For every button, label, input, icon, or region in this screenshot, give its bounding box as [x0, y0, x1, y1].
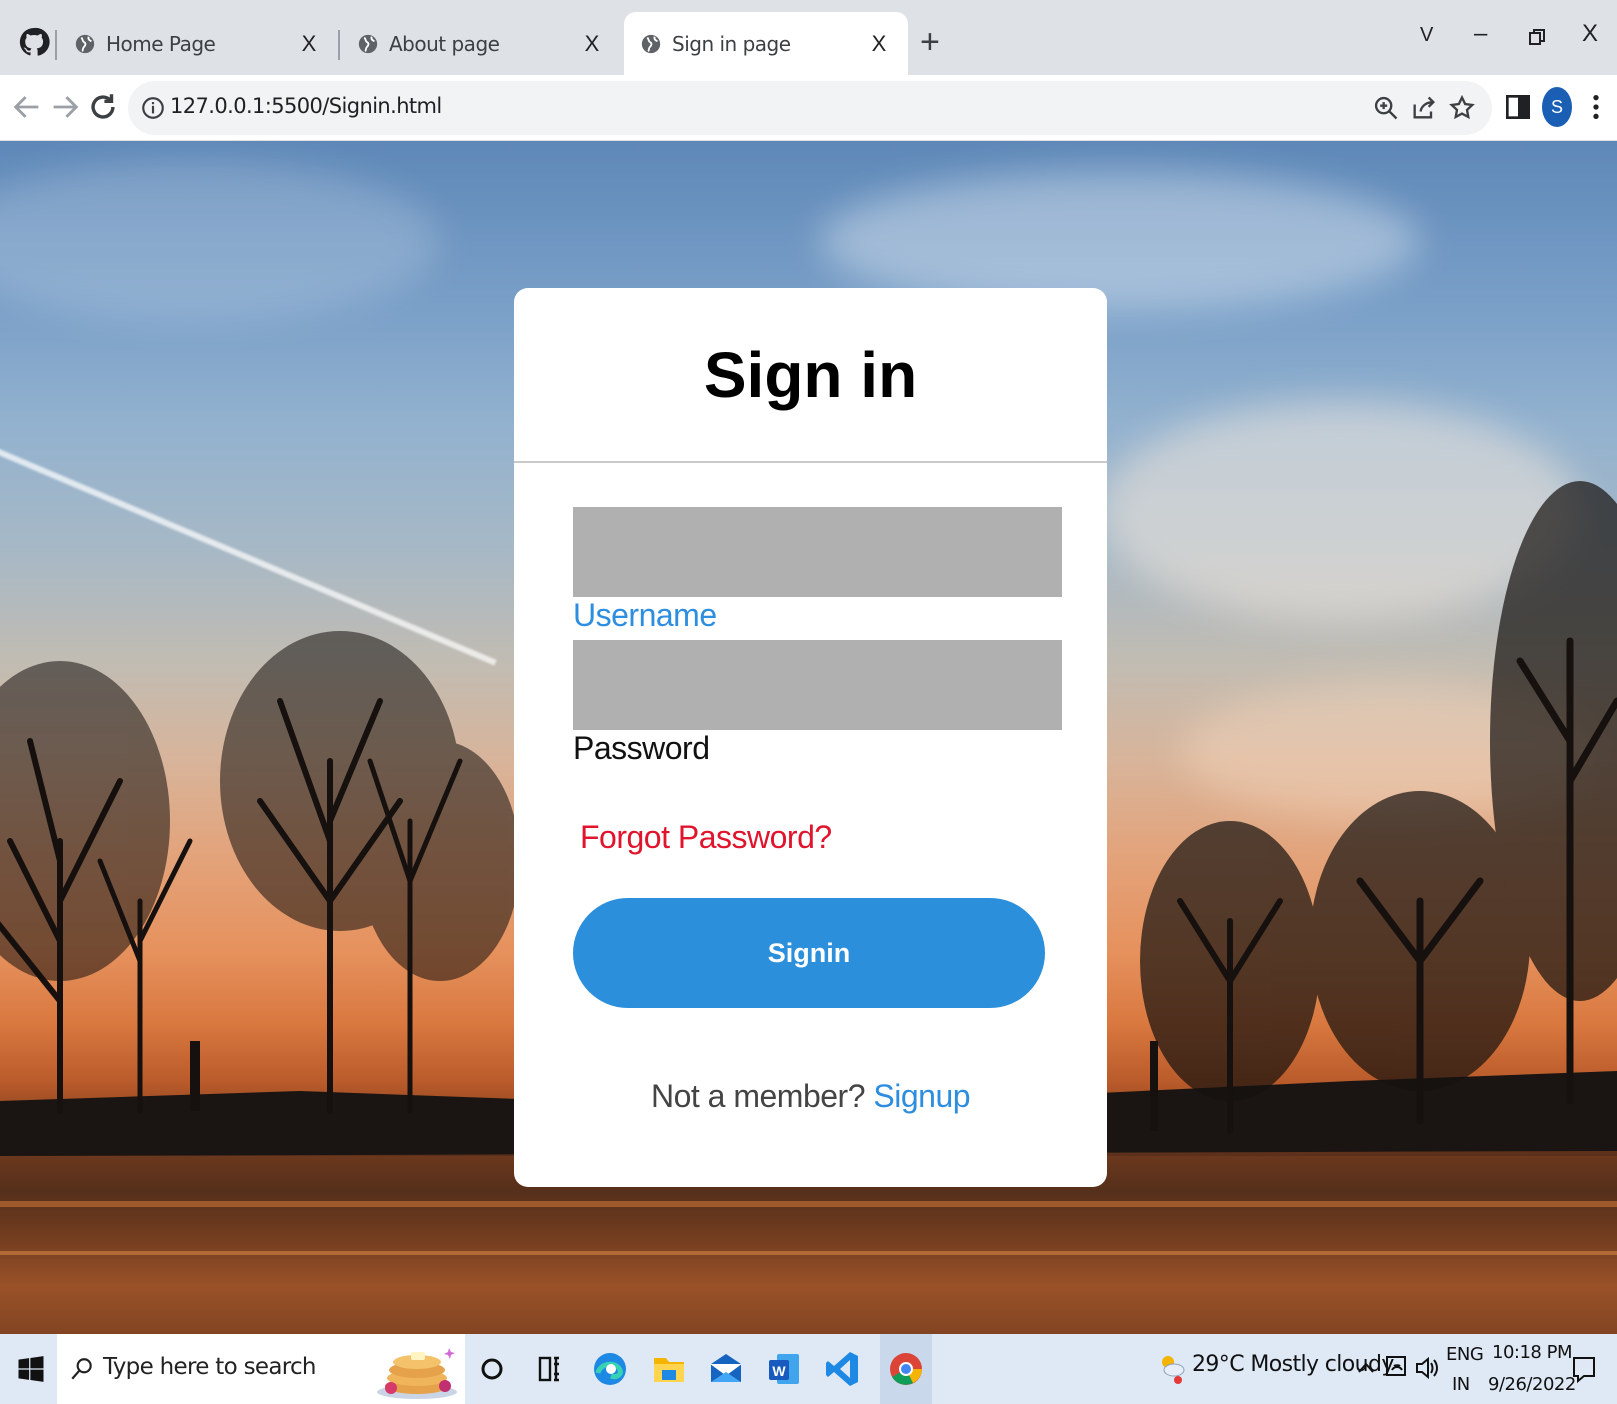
vscode-icon[interactable] — [822, 1348, 864, 1390]
profile-avatar[interactable]: S — [1542, 87, 1572, 127]
new-tab-button[interactable]: + — [920, 24, 940, 60]
github-icon[interactable] — [18, 26, 50, 58]
share-icon[interactable] — [1410, 94, 1438, 122]
notification-icon[interactable] — [1570, 1354, 1598, 1384]
zoom-icon[interactable] — [1372, 94, 1400, 122]
windows-start-icon[interactable] — [16, 1354, 46, 1384]
menu-icon[interactable] — [1580, 91, 1612, 123]
tab-about[interactable]: About page X — [341, 12, 621, 75]
browser-toolbar: 127.0.0.1:5500/Signin.html S — [0, 75, 1617, 141]
network-icon[interactable] — [1384, 1354, 1410, 1382]
minimize-button[interactable]: – — [1474, 20, 1487, 48]
tab-close-button[interactable]: X — [579, 31, 605, 57]
taskbar: Type here to search W 29°C Mostly cloudy… — [0, 1334, 1617, 1404]
chrome-taskbar-button[interactable] — [880, 1334, 932, 1404]
side-panel-icon[interactable] — [1502, 91, 1534, 123]
globe-icon — [641, 34, 661, 53]
tab-separator — [338, 30, 340, 60]
tab-close-button[interactable]: X — [296, 31, 322, 57]
star-icon[interactable] — [1448, 94, 1476, 122]
edge-icon[interactable] — [589, 1348, 631, 1390]
region-text[interactable]: IN — [1452, 1374, 1470, 1395]
tab-separator — [55, 30, 57, 60]
globe-icon — [358, 34, 378, 53]
password-label: Password — [573, 730, 710, 766]
chevron-up-icon[interactable] — [1356, 1358, 1376, 1378]
restore-icon[interactable] — [1528, 28, 1546, 46]
forgot-password-link[interactable]: Forgot Password? — [580, 819, 832, 856]
globe-icon — [75, 34, 95, 53]
pancake-icon — [377, 1348, 457, 1399]
signin-title: Sign in — [703, 339, 918, 411]
search-placeholder: Type here to search — [103, 1354, 316, 1380]
taskbar-search[interactable]: Type here to search — [57, 1334, 465, 1404]
info-icon[interactable] — [140, 95, 166, 121]
reload-icon[interactable] — [86, 90, 120, 124]
weather-icon[interactable] — [1156, 1348, 1186, 1388]
clock-date[interactable]: 9/26/2022 — [1488, 1374, 1576, 1395]
back-icon[interactable] — [10, 90, 44, 124]
signin-card: Sign in Username Password Forgot Passwor… — [514, 288, 1107, 1187]
volume-icon[interactable] — [1414, 1354, 1440, 1382]
username-input[interactable] — [573, 507, 1062, 597]
tab-signin[interactable]: Sign in page X — [624, 12, 908, 75]
svg-text:W: W — [772, 1363, 786, 1379]
tab-title: Home Page — [106, 31, 216, 56]
language-text[interactable]: ENG — [1446, 1344, 1484, 1365]
card-divider — [514, 461, 1107, 463]
member-prompt: Not a member? Signup — [514, 1078, 1107, 1115]
username-label: Username — [573, 597, 717, 633]
tab-title: Sign in page — [672, 31, 791, 56]
forward-icon[interactable] — [48, 90, 82, 124]
password-input[interactable] — [573, 640, 1062, 730]
file-explorer-icon[interactable] — [648, 1348, 690, 1390]
tab-close-button[interactable]: X — [866, 31, 892, 57]
search-icon — [71, 1358, 92, 1380]
mail-icon[interactable] — [705, 1348, 747, 1390]
word-icon[interactable]: W — [763, 1348, 805, 1390]
tab-title: About page — [389, 31, 500, 56]
task-view-icon[interactable] — [528, 1348, 570, 1390]
address-bar[interactable]: 127.0.0.1:5500/Signin.html — [128, 81, 1492, 135]
clock-time[interactable]: 10:18 PM — [1492, 1342, 1572, 1363]
signup-link[interactable]: Signup — [873, 1078, 970, 1114]
url-text[interactable]: 127.0.0.1:5500/Signin.html — [170, 94, 442, 118]
page-background: Sign in Username Password Forgot Passwor… — [0, 141, 1617, 1334]
signin-button[interactable]: Signin — [573, 898, 1045, 1008]
member-text: Not a member? — [650, 1078, 866, 1114]
chrome-icon — [890, 1353, 922, 1385]
tab-strip: Home Page X About page X Sign in page X … — [0, 0, 1617, 75]
close-window-button[interactable]: X — [1582, 20, 1598, 48]
cortana-icon[interactable] — [471, 1348, 513, 1390]
tab-search-button[interactable]: V — [1420, 24, 1433, 47]
tab-home[interactable]: Home Page X — [58, 12, 338, 75]
